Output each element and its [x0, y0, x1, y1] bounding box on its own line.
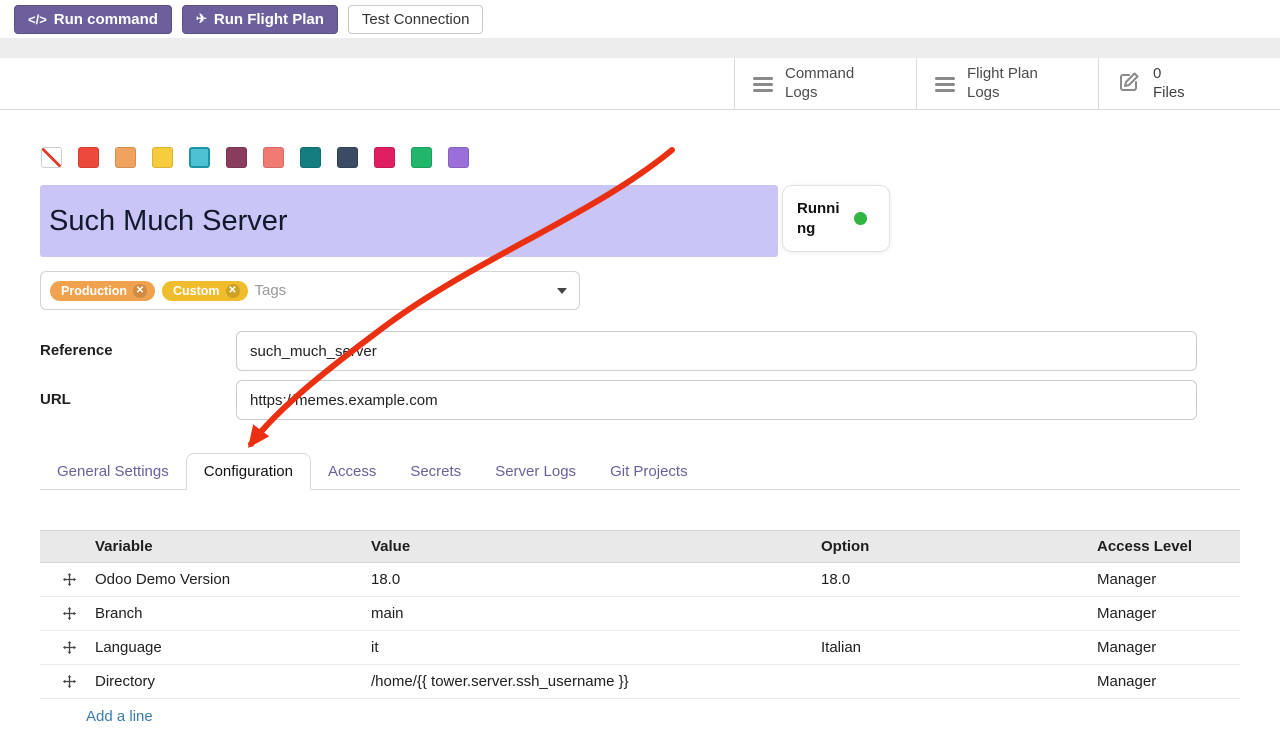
tag-production[interactable]: Production ✕ [50, 281, 155, 301]
list-icon [753, 77, 773, 92]
notebook-tabs: General Settings Configuration Access Se… [40, 454, 1240, 490]
swatch-none[interactable] [41, 147, 62, 168]
command-logs-button[interactable]: Command Logs [734, 58, 916, 110]
table-row: Odoo Demo Version 18.0 18.0 Manager [40, 563, 1240, 597]
files-button[interactable]: 0 Files [1098, 58, 1280, 110]
tab-git-projects[interactable]: Git Projects [593, 454, 705, 489]
run-flight-plan-label: Run Flight Plan [214, 11, 324, 28]
swatch-teal[interactable] [300, 147, 321, 168]
tag-production-label: Production [61, 284, 127, 298]
col-option: Option [821, 538, 1097, 555]
swatch-orange[interactable] [115, 147, 136, 168]
edit-icon [1117, 70, 1141, 99]
cell-access-level[interactable]: Manager [1097, 571, 1240, 588]
tags-input[interactable]: Production ✕ Custom ✕ Tags [40, 271, 580, 310]
cell-variable[interactable]: Directory [95, 673, 371, 690]
cell-value[interactable]: /home/{{ tower.server.ssh_username }} [371, 673, 821, 690]
remove-tag-icon[interactable]: ✕ [226, 284, 240, 298]
breadcrumb-band [0, 38, 1280, 58]
col-value: Value [371, 538, 821, 555]
remove-tag-icon[interactable]: ✕ [133, 284, 147, 298]
server-name-input[interactable]: Such Much Server [40, 185, 778, 257]
test-connection-button[interactable]: Test Connection [348, 5, 484, 34]
status-card[interactable]: Running [782, 185, 890, 252]
cell-access-level[interactable]: Manager [1097, 605, 1240, 622]
tags-placeholder: Tags [255, 282, 287, 299]
action-toolbar: </> Run command ✈ Run Flight Plan Test C… [0, 0, 1280, 38]
cell-variable[interactable]: Odoo Demo Version [95, 571, 371, 588]
add-a-line-link[interactable]: Add a line [40, 699, 1240, 733]
drag-handle-icon[interactable] [40, 674, 95, 689]
status-label: Running [797, 199, 845, 238]
cell-variable[interactable]: Branch [95, 605, 371, 622]
drag-handle-icon[interactable] [40, 572, 95, 587]
tab-access[interactable]: Access [311, 454, 393, 489]
swatch-red[interactable] [78, 147, 99, 168]
variables-table: Variable Value Option Access Level Odoo … [40, 530, 1240, 733]
table-row: Language it Italian Manager [40, 631, 1240, 665]
tag-custom[interactable]: Custom ✕ [162, 281, 248, 301]
swatch-plum[interactable] [226, 147, 247, 168]
url-input[interactable]: https://memes.example.com [236, 380, 1197, 420]
cell-access-level[interactable]: Manager [1097, 673, 1240, 690]
cell-option[interactable]: Italian [821, 639, 1097, 656]
url-label: URL [40, 380, 71, 420]
tab-server-logs[interactable]: Server Logs [478, 454, 593, 489]
server-name-value: Such Much Server [49, 205, 288, 238]
run-command-label: Run command [54, 11, 158, 28]
col-variable: Variable [95, 538, 371, 555]
status-dot [854, 212, 867, 225]
table-row: Branch main Manager [40, 597, 1240, 631]
reference-input[interactable]: such_much_server [236, 331, 1197, 371]
table-row: Directory /home/{{ tower.server.ssh_user… [40, 665, 1240, 699]
tag-custom-label: Custom [173, 284, 220, 298]
tab-configuration[interactable]: Configuration [186, 453, 311, 490]
swatch-green[interactable] [411, 147, 432, 168]
cell-variable[interactable]: Language [95, 639, 371, 656]
cell-value[interactable]: it [371, 639, 821, 656]
files-count: 0 [1153, 65, 1185, 84]
files-label: Files [1153, 84, 1185, 103]
list-icon [935, 77, 955, 92]
flight-plan-logs-button[interactable]: Flight Plan Logs [916, 58, 1098, 110]
swatch-salmon[interactable] [263, 147, 284, 168]
cell-access-level[interactable]: Manager [1097, 639, 1240, 656]
cell-value[interactable]: 18.0 [371, 571, 821, 588]
tab-general-settings[interactable]: General Settings [40, 454, 186, 489]
reference-label: Reference [40, 331, 113, 371]
plane-icon: ✈ [196, 11, 207, 27]
table-header-row: Variable Value Option Access Level [40, 530, 1240, 563]
drag-handle-icon[interactable] [40, 606, 95, 621]
form-header: Command Logs Flight Plan Logs 0 Files [0, 58, 1280, 110]
server-form-page: </> Run command ✈ Run Flight Plan Test C… [0, 0, 1280, 742]
reference-value: such_much_server [250, 343, 377, 360]
cell-value[interactable]: main [371, 605, 821, 622]
color-picker [41, 147, 469, 168]
cell-option[interactable]: 18.0 [821, 571, 1097, 588]
swatch-purple[interactable] [448, 147, 469, 168]
run-command-button[interactable]: </> Run command [14, 5, 172, 34]
command-logs-label: Command Logs [785, 65, 873, 103]
swatch-magenta[interactable] [374, 147, 395, 168]
stat-buttons: Command Logs Flight Plan Logs 0 Files [734, 58, 1280, 110]
flight-plan-logs-label: Flight Plan Logs [967, 65, 1055, 103]
tab-secrets[interactable]: Secrets [393, 454, 478, 489]
col-access-level: Access Level [1097, 538, 1240, 555]
swatch-cyan-selected[interactable] [189, 147, 210, 168]
drag-handle-icon[interactable] [40, 640, 95, 655]
chevron-down-icon[interactable] [557, 288, 567, 294]
test-connection-label: Test Connection [362, 11, 470, 28]
url-value: https://memes.example.com [250, 392, 438, 409]
swatch-yellow[interactable] [152, 147, 173, 168]
code-icon: </> [28, 12, 47, 27]
run-flight-plan-button[interactable]: ✈ Run Flight Plan [182, 5, 338, 34]
swatch-navy[interactable] [337, 147, 358, 168]
